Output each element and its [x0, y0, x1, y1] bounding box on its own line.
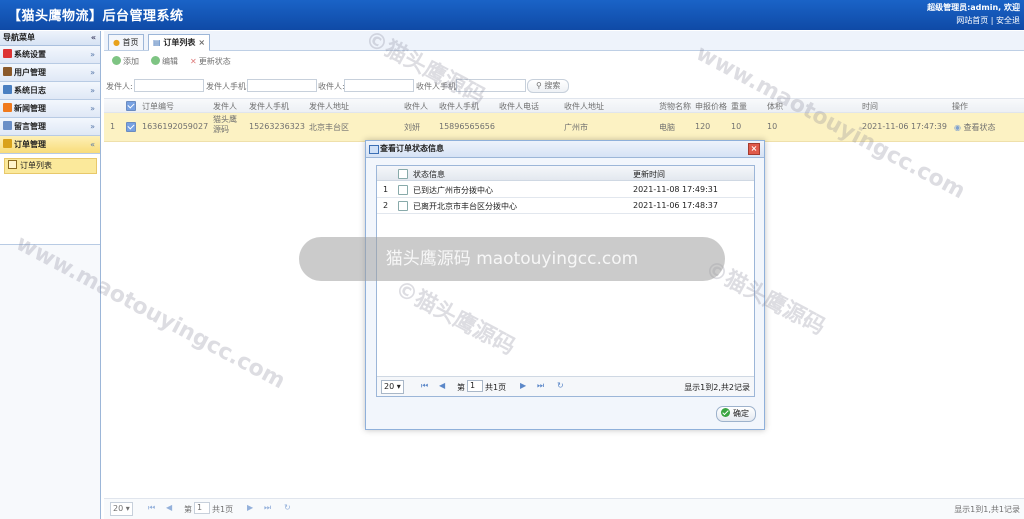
status-row[interactable]: 1 已到达广州市分拨中心 2021-11-08 17:49:31: [377, 182, 754, 198]
last-page-button[interactable]: ⏭: [537, 381, 544, 391]
current-user: 超级管理员:admin, 欢迎: [927, 3, 1020, 12]
confirm-button[interactable]: 确定: [716, 406, 756, 422]
sidebar-submenu: 订单列表: [0, 154, 100, 245]
status-grid-header: 状态信息 更新时间: [377, 166, 754, 181]
header-links: 网站首页 | 安全退: [956, 16, 1020, 25]
next-page-button[interactable]: ▶: [520, 381, 526, 390]
user-icon: [3, 67, 12, 76]
dialog-title: 查看订单状态信息 ×: [366, 141, 764, 158]
home-icon: ●: [113, 38, 120, 47]
sidebar-item-message-management[interactable]: 留言管理»: [0, 118, 100, 136]
sidebar-subitem-order-list[interactable]: 订单列表: [4, 158, 97, 174]
list-icon: ▤: [153, 38, 161, 47]
chevron-down-icon: »: [90, 86, 95, 95]
prev-page-button[interactable]: ◀: [439, 381, 445, 390]
row-checkbox[interactable]: [398, 201, 408, 211]
chevron-down-icon: »: [90, 122, 95, 131]
app-header: 【猫头鹰物流】后台管理系统 超级管理员:admin, 欢迎 网站首页 | 安全退: [0, 0, 1024, 30]
chevron-down-icon: »: [90, 50, 95, 59]
log-icon: [3, 85, 12, 94]
sidebar-title: 导航菜单 «: [0, 31, 100, 46]
sidebar-item-news-management[interactable]: 新闻管理»: [0, 100, 100, 118]
page-input[interactable]: 1: [467, 380, 483, 392]
sidebar-item-user-management[interactable]: 用户管理»: [0, 64, 100, 82]
row-checkbox[interactable]: [398, 185, 408, 195]
chevron-down-icon: »: [90, 68, 95, 77]
window-icon: [369, 145, 379, 154]
collapse-icon[interactable]: «: [91, 31, 96, 45]
tab-home[interactable]: ● 首页: [108, 34, 144, 50]
dialog-pager: 20 ▾ ⏮ ◀ 第 1 共1页 ▶ ⏭ ↻ 显示1到2,共2记录: [377, 376, 754, 396]
chevron-down-icon: »: [90, 104, 95, 113]
status-row[interactable]: 2 已离开北京市丰台区分拨中心 2021-11-06 17:48:37: [377, 198, 754, 214]
tools-icon: [3, 49, 12, 58]
logout-link[interactable]: 安全退: [996, 16, 1020, 25]
chevron-up-icon: «: [90, 140, 95, 149]
first-page-button[interactable]: ⏮: [421, 381, 428, 391]
refresh-icon[interactable]: ↻: [557, 381, 564, 390]
tab-bar: ● 首页 ▤ 订单列表 ×: [104, 31, 1024, 51]
list-icon: [8, 160, 17, 169]
close-icon[interactable]: ×: [198, 38, 205, 47]
sidebar-item-order-management[interactable]: 订单管理 «: [0, 136, 100, 154]
message-icon: [3, 121, 12, 130]
sidebar-item-system-log[interactable]: 系统日志»: [0, 82, 100, 100]
site-home-link[interactable]: 网站首页: [956, 16, 988, 25]
check-icon: [721, 408, 730, 417]
status-grid: 状态信息 更新时间 1 已到达广州市分拨中心 2021-11-08 17:49:…: [376, 165, 755, 397]
app-title: 【猫头鹰物流】后台管理系统: [8, 9, 184, 24]
select-all-checkbox[interactable]: [398, 169, 408, 179]
rss-icon: [3, 103, 12, 112]
folder-icon: [3, 139, 12, 148]
close-icon[interactable]: ×: [748, 143, 760, 155]
sidebar-item-system-settings[interactable]: 系统设置»: [0, 46, 100, 64]
watermark-banner: 猫头鹰源码 maotouyingcc.com: [299, 237, 725, 281]
tab-order-list[interactable]: ▤ 订单列表 ×: [148, 34, 211, 51]
page-size-select[interactable]: 20 ▾: [381, 380, 404, 394]
